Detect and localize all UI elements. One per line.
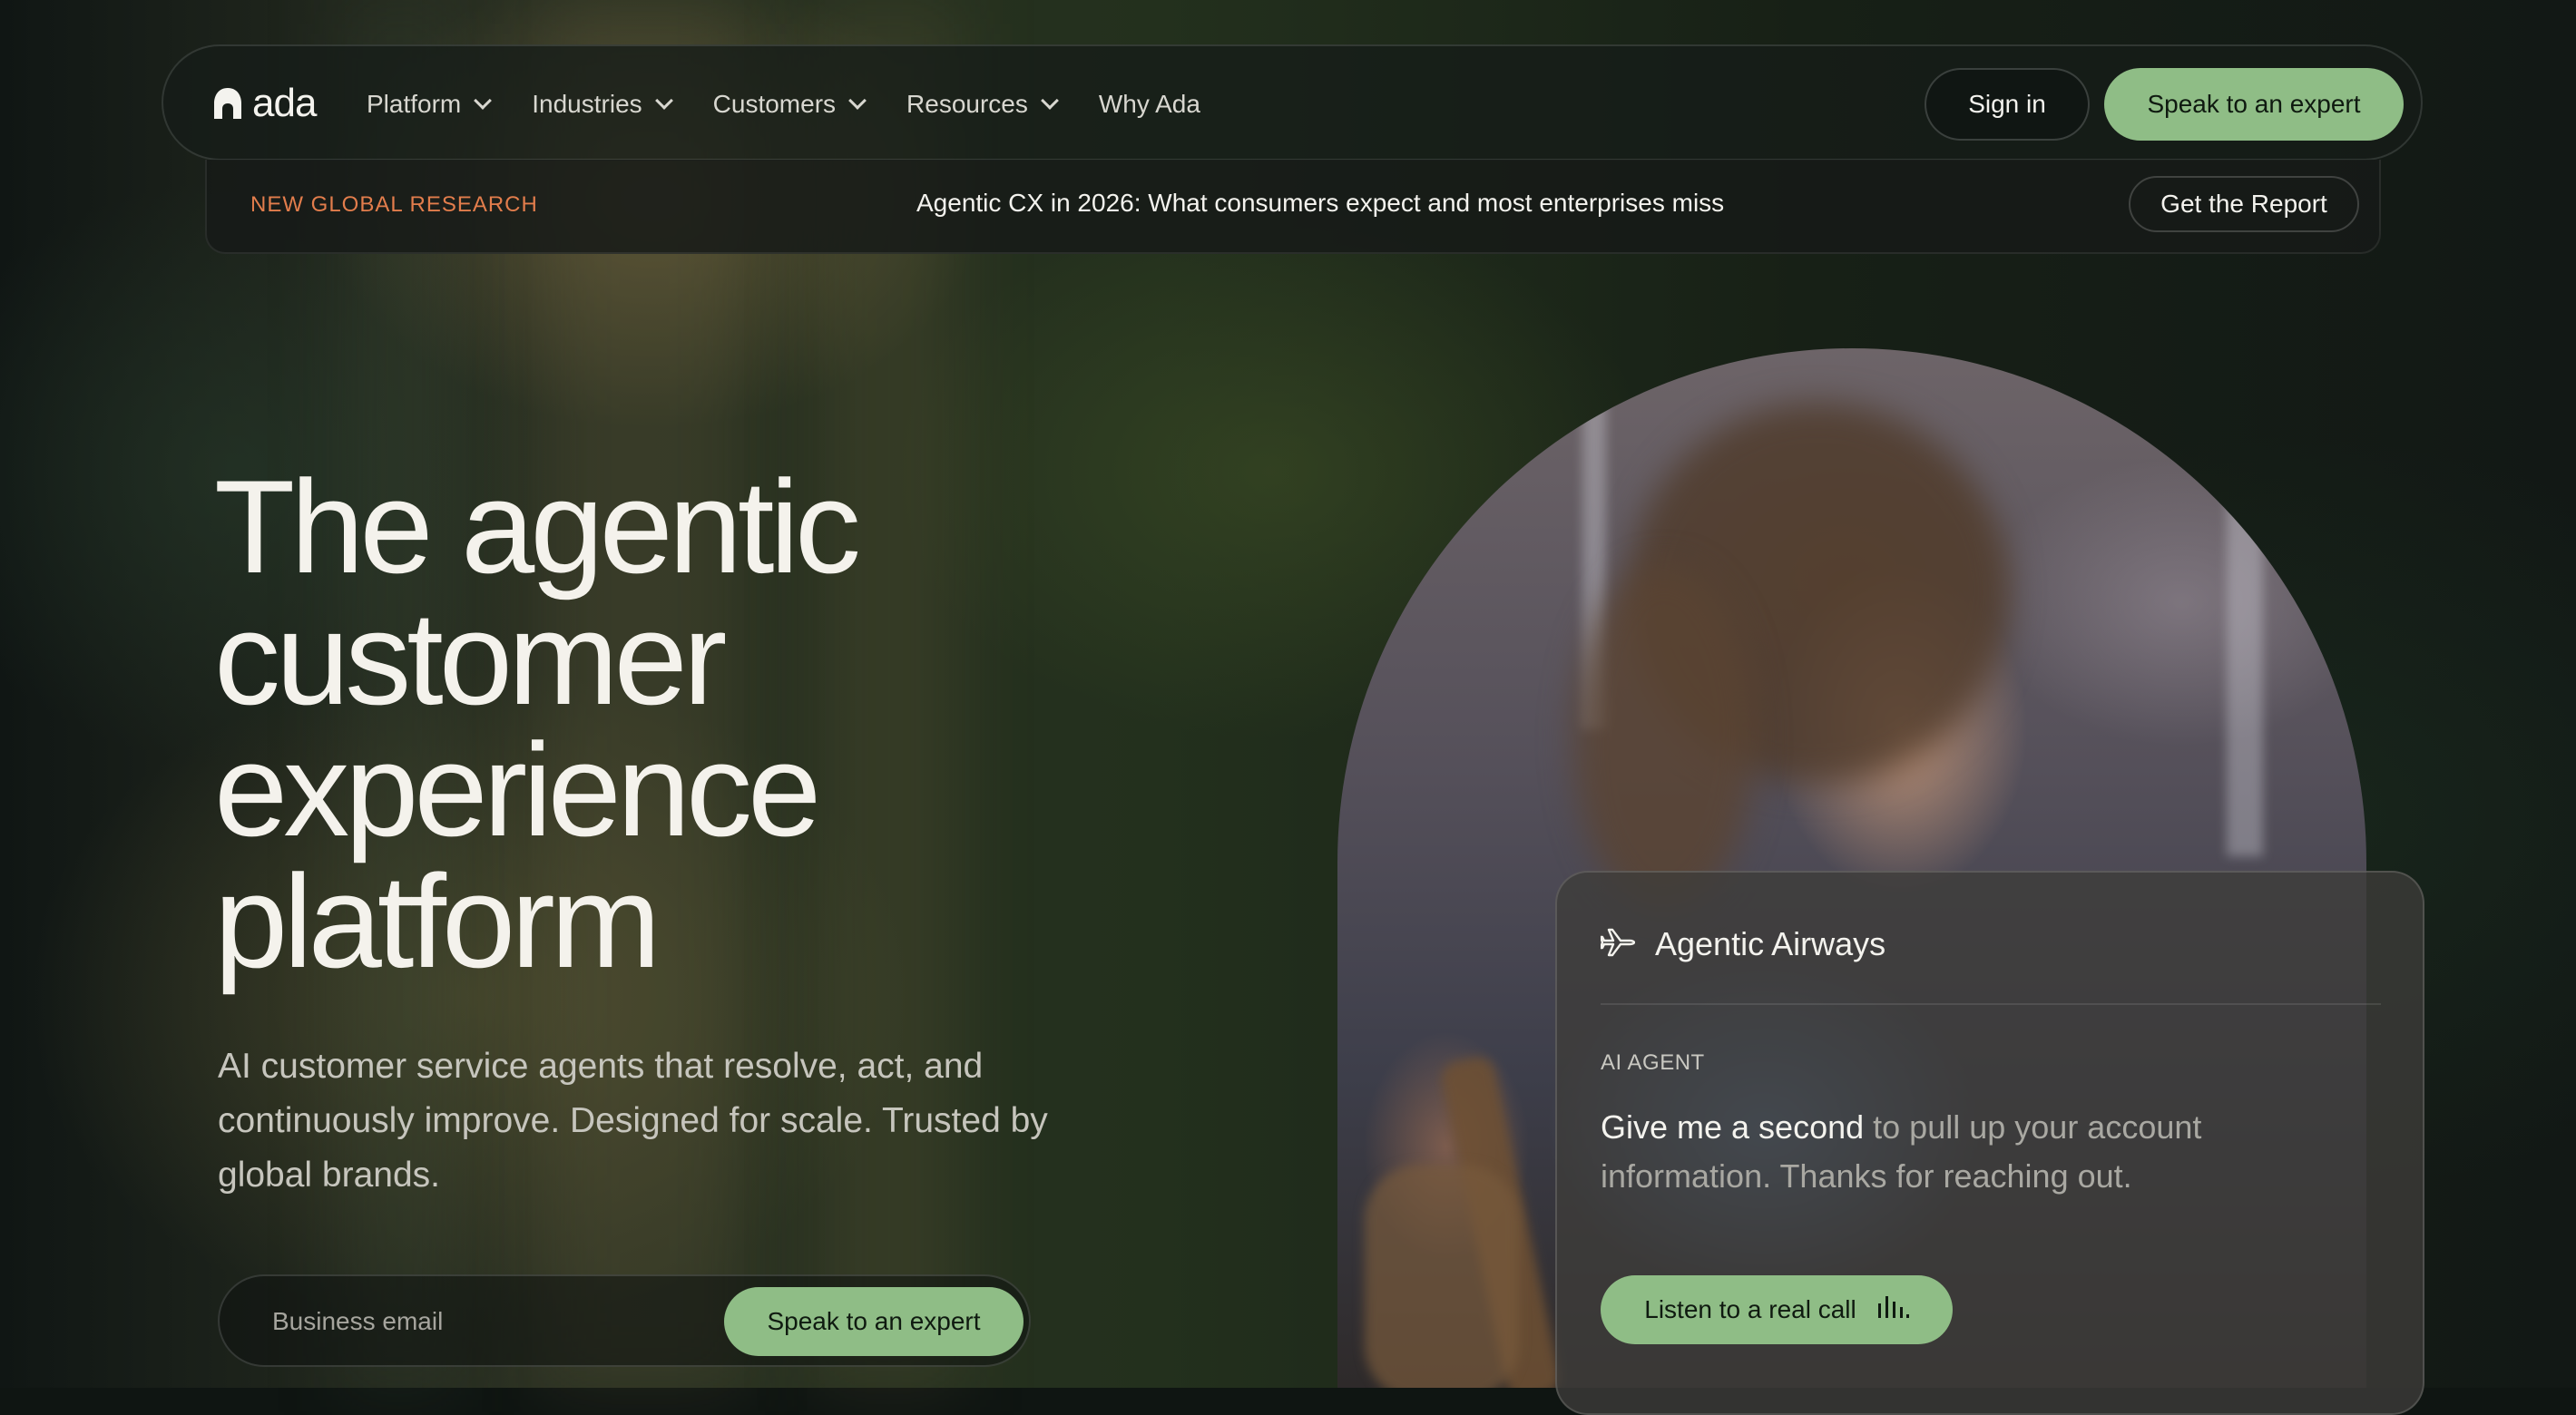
nav-item-why-ada[interactable]: Why Ada (1099, 86, 1200, 122)
nav-item-label: Why Ada (1098, 90, 1200, 118)
card-divider (1601, 1003, 2381, 1005)
plane-icon (1599, 926, 1636, 963)
ada-logo-icon (212, 87, 243, 120)
agent-message-highlight: Give me a second (1601, 1108, 1865, 1146)
nav-item-platform[interactable]: Platform (367, 86, 488, 122)
get-report-button[interactable]: Get the Report (2129, 176, 2359, 232)
photo-bag (1365, 1165, 1519, 1388)
background-pillar (2227, 385, 2263, 856)
chevron-down-icon (850, 94, 863, 107)
audio-bars-icon (1876, 1294, 1909, 1326)
main-menu: Platform Industries Customers Resources … (367, 86, 1244, 122)
business-email-input[interactable] (270, 1300, 710, 1343)
chevron-down-icon (475, 94, 488, 107)
nav-item-resources[interactable]: Resources (906, 86, 1055, 122)
hero-title-line: experience (214, 716, 821, 864)
hero-subtitle: AI customer service agents that resolve,… (218, 1047, 1048, 1195)
photo-hair-shape (1573, 566, 1755, 911)
ai-agent-label: AI AGENT (1601, 1050, 1705, 1075)
card-title: Agentic Airways (1655, 925, 1886, 962)
chevron-down-icon (657, 94, 670, 107)
nav-item-customers[interactable]: Customers (713, 86, 863, 122)
banner-headline[interactable]: Agentic CX in 2026: What consumers expec… (916, 189, 1724, 218)
email-signup-form: Speak to an expert (218, 1274, 1031, 1367)
nav-item-label: Platform (367, 90, 462, 118)
listen-real-call-label: Listen to a real call (1644, 1295, 1856, 1323)
ada-logo[interactable]: ada (212, 81, 317, 125)
hero-title-line: customer (214, 584, 727, 732)
announcement-banner: NEW GLOBAL RESEARCH Agentic CX in 2026: … (205, 160, 2381, 254)
speak-to-expert-submit-button[interactable]: Speak to an expert (724, 1287, 1024, 1356)
banner-tag: NEW GLOBAL RESEARCH (250, 192, 538, 217)
hero-title: The agentic customer experience platform (214, 461, 1121, 988)
nav-item-industries[interactable]: Industries (532, 86, 669, 122)
listen-real-call-button[interactable]: Listen to a real call (1601, 1275, 1953, 1344)
top-navigation: ada Platform Industries Customers Resour… (162, 44, 2423, 161)
hero-title-line: platform (214, 847, 661, 995)
nav-item-label: Industries (532, 90, 642, 118)
chevron-down-icon (1043, 94, 1055, 107)
speak-to-expert-button[interactable]: Speak to an expert (2104, 68, 2404, 141)
brand-name: ada (252, 81, 317, 125)
sign-in-button[interactable]: Sign in (1925, 68, 2090, 141)
hero-title-line: The agentic (214, 453, 861, 600)
agent-conversation-card: Agentic Airways AI AGENT Give me a secon… (1555, 871, 2424, 1415)
card-header: Agentic Airways (1599, 925, 1886, 963)
nav-item-label: Customers (712, 90, 837, 118)
nav-item-label: Resources (906, 90, 1028, 118)
agent-message: Give me a second to pull up your account… (1601, 1103, 2345, 1201)
